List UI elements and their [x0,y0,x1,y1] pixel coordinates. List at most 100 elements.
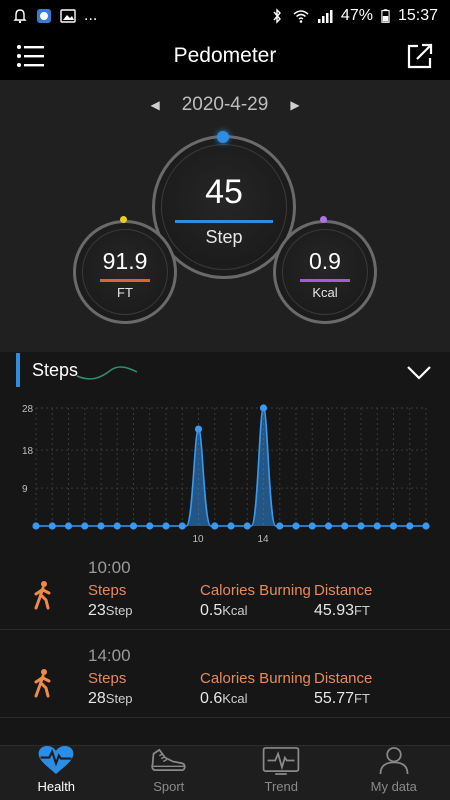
y-tick-label: 28 [22,404,34,415]
distance-number: 55.77 [314,690,355,707]
calories-total: 0.9 [309,248,341,274]
data-point [389,522,398,530]
data-point [146,522,154,530]
record-steps-value: 28Step [88,690,133,708]
calories-unit: Kcal [222,691,248,706]
steps-unit: Step [205,226,243,247]
data-point [243,522,251,530]
daily-summary: ◀ 2020-4-29 ▶ 45 Step 91.9 FT 0.9 Kcal [0,80,450,352]
data-point [211,522,219,530]
record-row[interactable]: 14:00 Steps Calories Burning Distance 28… [0,630,450,718]
y-tick-label: 9 [22,484,28,495]
data-point [129,522,138,530]
distance-unit: FT [354,603,370,618]
clock: 15:37 [397,7,438,24]
data-point [422,522,430,530]
record-distance-label: Distance [314,670,373,687]
distance-number: 45.93 [314,602,355,619]
data-point [194,425,203,433]
menu-icon[interactable] [16,42,46,70]
x-tick-label: 10 [193,534,205,542]
previous-day-icon[interactable]: ◀ [150,98,159,112]
wave-decoration-icon [76,366,138,380]
record-steps-value: 23Step [88,602,133,620]
record-calories-value: 0.5Kcal [200,602,248,620]
data-point [113,522,121,530]
data-point [357,522,365,530]
person-icon [379,747,409,775]
calories-progress-dot [320,216,327,223]
heart-pulse-icon [38,746,74,775]
calories-number: 0.5 [200,602,223,619]
record-calories-value: 0.6Kcal [200,690,248,708]
steps-chart: 28 18 9 10 14 [0,392,450,542]
tab-health[interactable]: Health [0,746,113,800]
tab-health-label: Health [37,779,76,794]
trend-icon [262,747,300,775]
status-bar: ... 47% 15:37 [0,0,450,32]
date-selector: ◀ 2020-4-29 ▶ [0,94,450,116]
data-point [227,522,235,530]
calories-number: 0.6 [200,690,223,707]
data-point [373,522,381,530]
data-point [64,522,73,530]
tab-my-data-label: My data [370,779,417,794]
data-point [406,522,414,530]
walking-person-icon [34,581,51,610]
steps-progress-dot [217,131,229,143]
tab-my-data[interactable]: My data [338,746,450,800]
data-point [259,404,268,412]
calories-unit: Kcal [222,603,248,618]
battery-percent: 47% [340,7,373,24]
chevron-down-icon[interactable] [406,364,432,382]
distance-total: 91.9 [102,248,148,274]
steps-chart-section: Steps 28 18 9 10 14 [0,352,450,542]
bottom-navigation: Health Sport Trend My data [0,745,450,800]
data-point [81,522,89,530]
tab-trend-label: Trend [264,779,298,794]
record-steps-label: Steps [88,582,127,599]
data-point [292,522,300,530]
bluetooth-icon [273,8,281,24]
data-point [178,522,186,530]
steps-unit: Step [105,691,133,706]
app-header: Pedometer [0,32,450,80]
distance-bar [100,279,150,282]
tab-trend[interactable]: Trend [225,746,338,800]
current-date: 2020-4-29 [181,94,269,115]
distance-ring: 91.9 FT [73,220,177,324]
record-row[interactable]: 10:00 Steps Calories Burning Distance 23… [0,542,450,630]
section-accent-bar [16,353,20,387]
image-notification-icon [60,9,76,23]
data-point [324,522,333,530]
share-icon[interactable] [406,42,434,70]
record-distance-value: 55.77FT [314,690,370,708]
shoe-icon [151,748,186,772]
tab-sport-label: Sport [153,779,185,794]
record-time: 14:00 [88,646,131,665]
next-day-icon[interactable]: ▶ [290,98,299,112]
distance-unit: FT [117,285,133,300]
x-tick-label: 14 [258,534,270,542]
steps-number: 28 [88,690,106,707]
data-point [276,522,284,530]
battery-icon [381,9,390,23]
data-point [341,522,349,530]
record-calories-label: Calories Burning [200,582,311,599]
steps-chart-header: Steps [16,352,78,388]
chart-background [0,392,450,542]
distance-progress-dot [120,216,127,223]
signal-icon [317,10,333,23]
record-distance-label: Distance [314,582,373,599]
data-point [48,522,56,530]
y-tick-label: 18 [22,446,34,457]
tab-sport[interactable]: Sport [113,746,226,800]
hourly-records: 10:00 Steps Calories Burning Distance 23… [0,542,450,745]
calories-ring: 0.9 Kcal [273,220,377,324]
data-point [308,522,316,530]
distance-unit: FT [354,691,370,706]
steps-total: 45 [205,172,243,211]
record-distance-value: 45.93FT [314,602,370,620]
steps-number: 23 [88,602,106,619]
walking-person-icon [34,669,51,698]
